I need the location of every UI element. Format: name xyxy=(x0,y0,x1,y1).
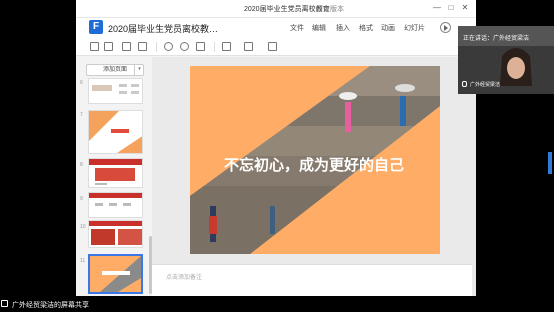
slide-thumbnail[interactable] xyxy=(88,158,143,188)
shape-icon[interactable] xyxy=(138,42,147,51)
slide-thumbnail[interactable] xyxy=(88,192,143,218)
slide-thumbnail[interactable] xyxy=(88,220,143,248)
menu-format[interactable]: 格式 xyxy=(359,23,373,33)
add-page-dropdown[interactable]: ▾ xyxy=(134,64,144,76)
screen-share-label: 广外经贸梁洁的屏幕共享 xyxy=(12,302,89,309)
text-box-icon[interactable] xyxy=(104,42,113,51)
notes-placeholder: 点击添加备注 xyxy=(166,275,203,281)
menu-insert[interactable]: 插入 xyxy=(336,23,350,33)
menu-animation[interactable]: 动画 xyxy=(381,23,395,33)
screen-share-view: 2020届毕业生党员离校教育 历史版本 — □ ✕ F 2020届毕业生党员离校… xyxy=(0,0,554,312)
menu-slide[interactable]: 幻灯片 xyxy=(404,23,425,33)
page-number: 6 xyxy=(80,80,83,86)
page-number: 10 xyxy=(80,224,86,230)
format-painter-icon[interactable] xyxy=(196,42,205,51)
new-slide-icon[interactable] xyxy=(90,42,99,51)
app-logo-icon: F xyxy=(89,20,103,34)
menu-edit[interactable]: 编辑 xyxy=(312,23,326,33)
slide-thumbnail-selected[interactable] xyxy=(88,254,143,294)
history-version-link[interactable]: 历史版本 xyxy=(316,4,344,14)
toolbar-divider xyxy=(156,42,157,52)
microphone-icon xyxy=(462,81,467,87)
image-icon[interactable] xyxy=(122,42,131,51)
side-panel-toggle[interactable] xyxy=(548,152,552,174)
toolbar-divider xyxy=(214,42,215,52)
play-slideshow-icon[interactable] xyxy=(440,22,451,33)
add-page-label: 添加页面 xyxy=(102,67,127,73)
thumbnail-graphic xyxy=(89,221,142,245)
menu-file[interactable]: 文件 xyxy=(290,23,304,33)
active-speaker-label: 正在讲话：广外经贸梁洁 xyxy=(463,36,530,42)
slide-thumbnail[interactable] xyxy=(88,78,143,104)
thumbnail-graphic xyxy=(92,84,139,94)
document-title[interactable]: 2020届毕业生党员离校教… xyxy=(108,22,218,35)
undo-icon[interactable] xyxy=(164,42,173,51)
page-number: 8 xyxy=(80,162,83,168)
thumbnail-graphic xyxy=(89,193,142,206)
participant-name: 广外经贸梁洁 xyxy=(470,82,501,88)
thumbnail-graphic xyxy=(89,111,142,153)
current-slide[interactable]: 不忘初心，成为更好的自己 xyxy=(190,66,440,254)
background-icon[interactable] xyxy=(244,42,253,51)
screen-share-icon xyxy=(1,300,8,307)
slide-headline[interactable]: 不忘初心，成为更好的自己 xyxy=(224,154,404,175)
close-button[interactable]: ✕ xyxy=(460,3,470,12)
page-number: 7 xyxy=(80,112,83,118)
minimize-button[interactable]: — xyxy=(432,3,442,12)
slide-thumbnail[interactable] xyxy=(88,110,143,154)
redo-icon[interactable] xyxy=(180,42,189,51)
layout-icon[interactable] xyxy=(222,42,231,51)
thumbnail-graphic xyxy=(89,159,142,185)
theme-icon[interactable] xyxy=(268,42,277,51)
thumbnail-graphic xyxy=(90,256,141,292)
page-number: 9 xyxy=(80,196,83,202)
maximize-button[interactable]: □ xyxy=(446,3,456,12)
page-number: 11 xyxy=(80,258,86,264)
